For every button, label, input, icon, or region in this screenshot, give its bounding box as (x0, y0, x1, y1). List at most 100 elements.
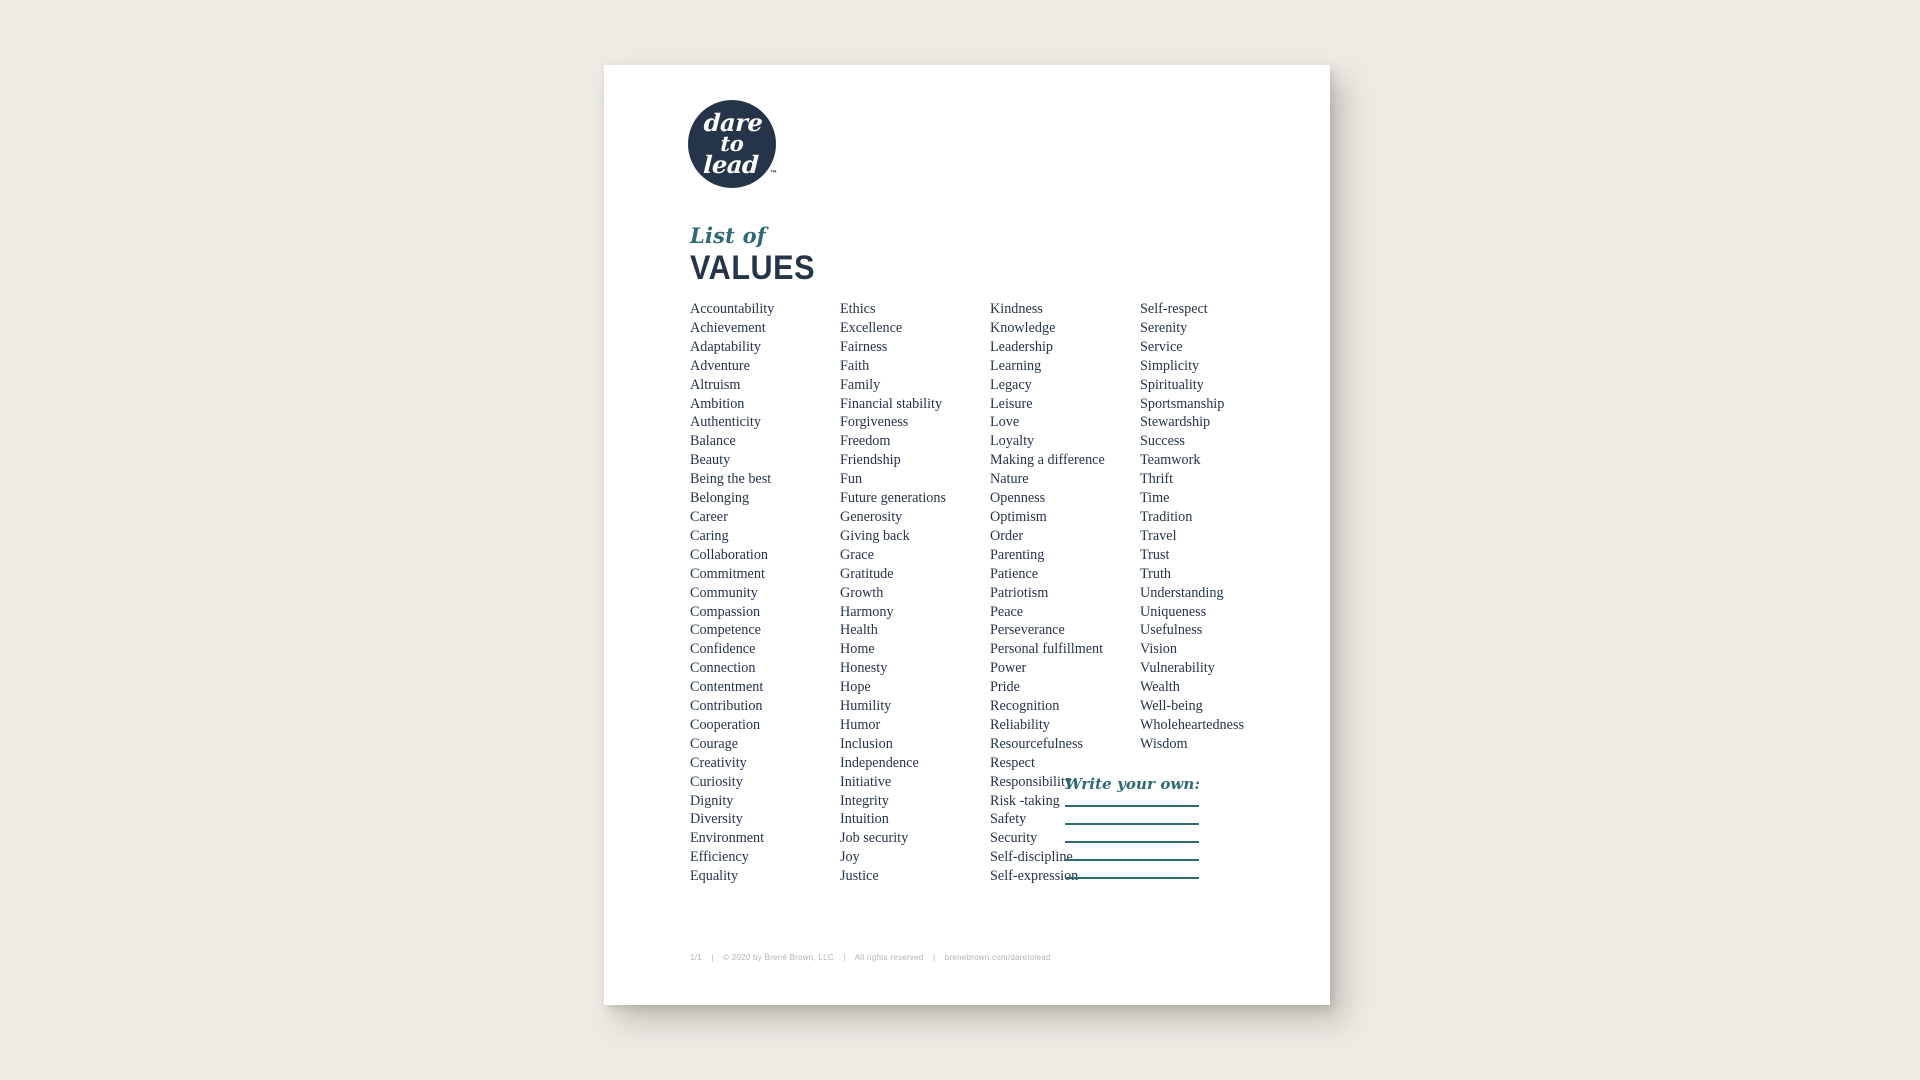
write-your-own-line[interactable] (1065, 859, 1199, 861)
value-item: Balance (690, 433, 736, 450)
value-item: Power (990, 660, 1027, 677)
value-item: Humility (840, 698, 892, 715)
value-item: Job security (840, 830, 909, 847)
value-item: Sportsmanship (1140, 395, 1225, 412)
value-item: Openness (990, 490, 1046, 507)
value-item: Friendship (840, 452, 901, 469)
value-item: Kindness (990, 301, 1043, 317)
value-item: Wisdom (1140, 735, 1188, 752)
value-item: Ambition (690, 395, 745, 412)
value-item: Authenticity (690, 414, 761, 431)
value-item: Equality (690, 868, 739, 885)
value-item: Creativity (690, 754, 747, 771)
value-item: Generosity (840, 508, 903, 525)
worksheet-page: dare to lead ™ List of VALUES Accountabi… (604, 65, 1330, 1005)
value-item: Belonging (690, 490, 750, 507)
value-item: Honesty (840, 660, 888, 677)
value-item: Forgiveness (840, 414, 909, 431)
value-item: Faith (840, 357, 870, 374)
value-item: Giving back (840, 527, 910, 544)
value-item: Recognition (990, 698, 1060, 715)
write-your-own-label: Write your own: (1065, 775, 1201, 793)
value-item: Competence (690, 622, 761, 639)
value-item: Efficiency (690, 849, 749, 866)
value-item: Curiosity (690, 773, 743, 790)
value-item: Order (990, 527, 1024, 544)
value-item: Collaboration (690, 546, 769, 563)
footer-page-number: 1/1 (690, 953, 702, 962)
value-item: Confidence (690, 641, 756, 658)
value-item: Hope (840, 679, 871, 696)
footer-separator-2: | (843, 953, 846, 962)
value-item: Dignity (690, 792, 734, 809)
value-item: Uniqueness (1140, 603, 1207, 620)
value-item: Patience (990, 565, 1039, 582)
value-item: Family (840, 376, 881, 393)
value-item: Learning (990, 357, 1042, 374)
value-item: Cooperation (690, 716, 761, 733)
value-item: Patriotism (990, 584, 1049, 601)
page-title: VALUES (690, 249, 816, 287)
value-item: Accountability (690, 301, 775, 317)
value-item: Ethics (840, 301, 876, 317)
footer-rights: All rights reserved (854, 953, 924, 962)
value-item: Inclusion (840, 735, 893, 752)
footer-separator-3: | (932, 953, 936, 962)
value-item: Service (1140, 338, 1183, 355)
value-item: Thrift (1140, 471, 1174, 488)
value-item: Vulnerability (1140, 660, 1215, 677)
value-item: Contribution (690, 698, 763, 715)
write-your-own-section: Write your own: (1065, 775, 1205, 895)
value-item: Well-being (1140, 698, 1203, 715)
page-footer: 1/1 | © 2020 by Brené Brown, LLC | All r… (690, 953, 1051, 962)
dare-to-lead-logo: dare to lead ™ (688, 100, 780, 192)
value-item: Fairness (840, 338, 888, 355)
footer-separator-1: | (711, 953, 714, 962)
value-item: Usefulness (1140, 622, 1203, 639)
value-item: Making a difference (990, 452, 1105, 469)
value-item: Being the best (690, 471, 772, 488)
value-item: Independence (840, 754, 919, 771)
value-item: Excellence (840, 319, 903, 336)
value-item: Wholeheartedness (1140, 716, 1244, 733)
value-item: Environment (690, 830, 765, 847)
write-your-own-line[interactable] (1065, 841, 1199, 843)
value-item: Courage (690, 735, 739, 752)
logo-word-lead: lead (702, 149, 760, 179)
value-item: Travel (1140, 527, 1177, 544)
value-item: Truth (1140, 565, 1172, 582)
write-your-own-line[interactable] (1065, 805, 1199, 807)
value-item: Commitment (690, 565, 765, 582)
value-item: Wealth (1140, 679, 1180, 696)
value-item: Growth (840, 584, 884, 601)
write-your-own-line[interactable] (1065, 877, 1199, 879)
value-item: Fun (840, 471, 863, 488)
value-item: Pride (990, 679, 1020, 696)
value-item: Trust (1140, 546, 1170, 563)
value-item: Spirituality (1140, 376, 1204, 393)
value-item: Reliability (990, 716, 1050, 733)
value-item: Health (840, 622, 878, 639)
value-item: Nature (990, 471, 1029, 488)
value-item: Financial stability (840, 395, 943, 412)
value-item: Vision (1140, 641, 1177, 658)
value-item: Perseverance (990, 622, 1065, 639)
value-item: Self-respect (1140, 301, 1208, 317)
page-title-kicker: List of (690, 223, 767, 248)
value-item: Adventure (690, 357, 750, 374)
value-item: Stewardship (1140, 414, 1211, 431)
value-item: Resourcefulness (990, 735, 1083, 752)
write-your-own-line[interactable] (1065, 823, 1199, 825)
value-item: Beauty (690, 452, 731, 469)
value-item: Success (1140, 433, 1185, 450)
value-item: Respect (990, 754, 1035, 771)
write-your-own-lines (1065, 805, 1205, 879)
value-item: Leisure (990, 395, 1033, 412)
value-item: Humor (840, 716, 881, 733)
value-item: Gratitude (840, 565, 894, 582)
value-item: Time (1140, 490, 1170, 507)
value-item: Love (990, 414, 1020, 431)
value-item: Tradition (1140, 508, 1193, 525)
value-item: Diversity (690, 811, 743, 828)
value-item: Personal fulfillment (990, 641, 1104, 658)
